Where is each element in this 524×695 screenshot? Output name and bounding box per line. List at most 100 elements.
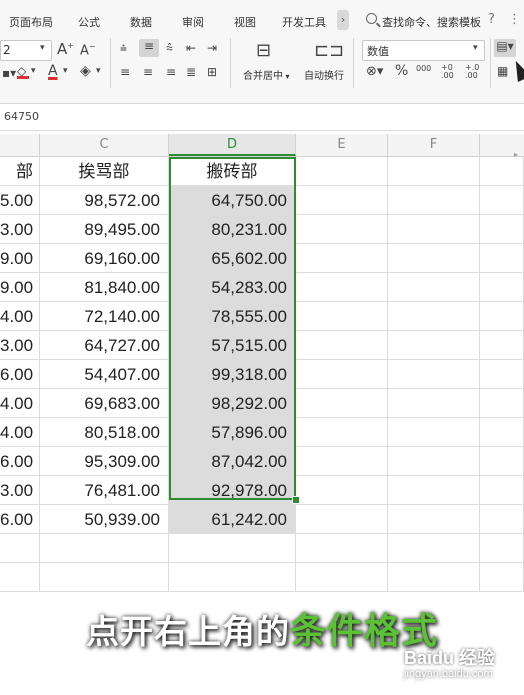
empty-cell[interactable] <box>296 360 388 389</box>
table-cell[interactable]: 72,140.00 <box>40 302 169 331</box>
empty-cell[interactable] <box>388 476 480 505</box>
align-left-icon[interactable]: ≡ <box>120 65 130 79</box>
align-top-icon[interactable]: ⩮ <box>120 41 127 56</box>
empty-cell[interactable] <box>40 563 169 592</box>
empty-cell[interactable] <box>480 186 524 215</box>
empty-cell[interactable] <box>480 157 524 186</box>
table-cell[interactable]: 80,231.00 <box>169 215 296 244</box>
table-cell[interactable]: 4.00 <box>0 302 40 331</box>
column-header-F[interactable]: F <box>388 134 480 156</box>
table-cell[interactable]: 69,160.00 <box>40 244 169 273</box>
empty-cell[interactable] <box>296 389 388 418</box>
table-cell[interactable]: 95,309.00 <box>40 447 169 476</box>
empty-cell[interactable] <box>480 476 524 505</box>
empty-cell[interactable] <box>388 505 480 534</box>
empty-cell[interactable] <box>388 273 480 302</box>
border-icon[interactable]: ▪▾ <box>2 66 16 80</box>
table-cell[interactable]: 57,896.00 <box>169 418 296 447</box>
conditional-format-icon[interactable]: ▤▾ <box>494 39 516 57</box>
table-cell[interactable]: 54,407.00 <box>40 360 169 389</box>
empty-cell[interactable] <box>480 244 524 273</box>
empty-cell[interactable] <box>169 563 296 592</box>
empty-cell[interactable] <box>388 157 480 186</box>
table-cell[interactable]: 6.00 <box>0 360 40 389</box>
column-header-E[interactable]: E <box>296 134 388 156</box>
tab-formulas[interactable]: 公式 <box>78 14 100 30</box>
table-cell[interactable]: 6.00 <box>0 447 40 476</box>
chevron-down-icon[interactable]: ▾ <box>63 66 68 76</box>
empty-cell[interactable] <box>388 360 480 389</box>
merge-center-icon[interactable]: ⊟ <box>256 40 271 61</box>
table-cell[interactable]: 80,518.00 <box>40 418 169 447</box>
table-cell[interactable]: 4.00 <box>0 418 40 447</box>
table-cell[interactable]: 98,572.00 <box>40 186 169 215</box>
tab-review[interactable]: 审阅 <box>182 14 204 30</box>
empty-cell[interactable] <box>296 157 388 186</box>
table-cell[interactable]: 9.00 <box>0 273 40 302</box>
column-header-C[interactable]: C <box>40 134 169 156</box>
formula-bar[interactable]: 64750 <box>0 104 524 131</box>
wrap-text-icon[interactable]: ⊏⊐ <box>314 40 344 61</box>
table-cell[interactable]: 50,939.00 <box>40 505 169 534</box>
table-cell[interactable]: 9.00 <box>0 244 40 273</box>
tab-data[interactable]: 数据 <box>130 14 152 30</box>
empty-cell[interactable] <box>480 331 524 360</box>
number-format-dropdown[interactable]: 数值 ▾ <box>362 40 485 61</box>
thousands-separator-button[interactable]: 000 <box>416 64 431 73</box>
empty-cell[interactable] <box>296 331 388 360</box>
column-header-B[interactable] <box>0 134 40 156</box>
grow-font-button[interactable]: A+ <box>57 40 74 58</box>
empty-cell[interactable] <box>296 273 388 302</box>
table-cell[interactable]: 3.00 <box>0 215 40 244</box>
empty-cell[interactable] <box>296 563 388 592</box>
empty-cell[interactable] <box>388 447 480 476</box>
empty-cell[interactable] <box>296 418 388 447</box>
distributed-align-icon[interactable]: ⊞ <box>207 65 217 79</box>
empty-cell[interactable] <box>296 505 388 534</box>
empty-cell[interactable] <box>296 534 388 563</box>
empty-cell[interactable] <box>480 215 524 244</box>
merge-center-button[interactable]: 合并居中 ▾ <box>243 67 290 82</box>
table-cell[interactable]: 4.00 <box>0 389 40 418</box>
empty-cell[interactable] <box>388 215 480 244</box>
empty-cell[interactable] <box>296 476 388 505</box>
cell-header-D[interactable]: 搬砖部 <box>169 157 296 186</box>
empty-cell[interactable] <box>388 331 480 360</box>
empty-cell[interactable] <box>296 447 388 476</box>
empty-cell[interactable] <box>40 534 169 563</box>
percent-button[interactable]: % <box>395 63 408 79</box>
table-cell[interactable]: 99,318.00 <box>169 360 296 389</box>
empty-cell[interactable] <box>296 186 388 215</box>
align-right-icon[interactable]: ≡ <box>166 65 176 79</box>
empty-cell[interactable] <box>388 534 480 563</box>
table-cell[interactable]: 54,283.00 <box>169 273 296 302</box>
table-cell[interactable]: 98,292.00 <box>169 389 296 418</box>
empty-cell[interactable] <box>480 273 524 302</box>
increase-decimal-button[interactable]: +0 .00 <box>441 64 457 80</box>
cell-header-B[interactable]: 部 <box>0 157 40 186</box>
search-icon[interactable] <box>366 13 377 24</box>
table-cell[interactable]: 6.00 <box>0 505 40 534</box>
empty-cell[interactable] <box>480 563 524 592</box>
empty-cell[interactable] <box>480 534 524 563</box>
table-cell[interactable]: 78,555.00 <box>169 302 296 331</box>
more-options-icon[interactable]: ⋮ <box>508 12 521 27</box>
table-cell[interactable]: 57,515.00 <box>169 331 296 360</box>
empty-cell[interactable] <box>388 563 480 592</box>
chevron-down-icon[interactable]: ▾ <box>31 66 36 76</box>
empty-cell[interactable] <box>480 389 524 418</box>
align-bottom-icon[interactable]: ⩯ <box>166 41 173 56</box>
more-tabs-button[interactable]: › <box>337 10 349 30</box>
empty-cell[interactable] <box>0 563 40 592</box>
empty-cell[interactable] <box>388 418 480 447</box>
empty-cell[interactable] <box>169 534 296 563</box>
table-cell[interactable]: 92,978.00 <box>169 476 296 505</box>
empty-cell[interactable] <box>480 418 524 447</box>
tab-page-layout[interactable]: 页面布局 <box>9 14 53 30</box>
tab-developer[interactable]: 开发工具 <box>282 14 326 30</box>
wrap-text-button[interactable]: 自动换行 <box>304 67 344 82</box>
chevron-down-icon[interactable]: ▾ <box>96 66 101 76</box>
table-cell[interactable]: 89,495.00 <box>40 215 169 244</box>
decrease-indent-icon[interactable]: ⇤ <box>186 41 196 55</box>
empty-cell[interactable] <box>296 302 388 331</box>
